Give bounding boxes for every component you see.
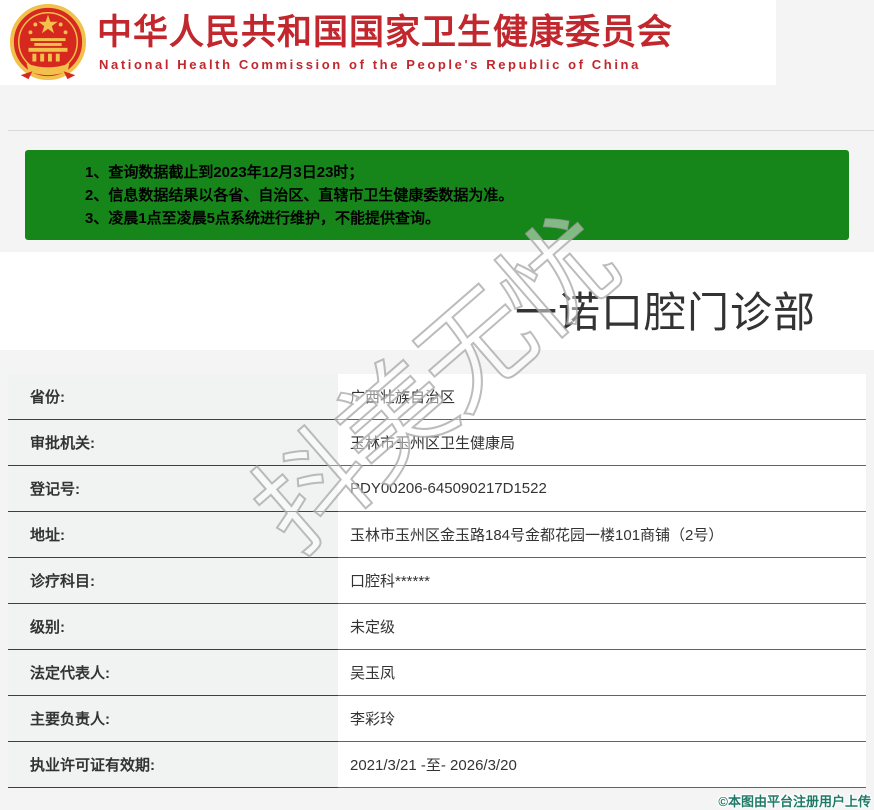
row-label: 省份: bbox=[8, 374, 338, 420]
table-row: 地址: 玉林市玉州区金玉路184号金都花园一楼101商铺（2号） bbox=[8, 512, 866, 558]
notice-list: 1、查询数据截止到2023年12月3日23时； 2、信息数据结果以各省、自治区、… bbox=[85, 161, 839, 230]
table-row: 登记号: PDY00206-645090217D1522 bbox=[8, 466, 866, 512]
institution-name-title: 一诺口腔门诊部 bbox=[514, 289, 816, 336]
table-row: 审批机关: 玉林市玉州区卫生健康局 bbox=[8, 420, 866, 466]
notice-line-1: 1、查询数据截止到2023年12月3日23时； bbox=[85, 164, 364, 181]
table-row: 主要负责人: 李彩玲 bbox=[8, 696, 866, 742]
upload-stamp: ©本图由平台注册用户上传 bbox=[718, 794, 871, 809]
row-value: PDY00206-645090217D1522 bbox=[338, 466, 866, 512]
row-label: 审批机关: bbox=[8, 420, 338, 466]
row-value: 未定级 bbox=[338, 604, 866, 650]
row-label: 地址: bbox=[8, 512, 338, 558]
row-value: 广西壮族自治区 bbox=[338, 374, 866, 420]
table-row: 诊疗科目: 口腔科****** bbox=[8, 558, 866, 604]
row-value: 吴玉凤 bbox=[338, 650, 866, 696]
row-value: 玉林市玉州区金玉路184号金都花园一楼101商铺（2号） bbox=[338, 512, 866, 558]
table-row: 执业许可证有效期: 2021/3/21 -至- 2026/3/20 bbox=[8, 742, 866, 788]
china-national-emblem-icon bbox=[9, 3, 87, 80]
header-title-cn: 中华人民共和国国家卫生健康委员会 bbox=[97, 13, 674, 52]
row-value: 口腔科****** bbox=[338, 558, 866, 604]
table-row: 省份: 广西壮族自治区 bbox=[8, 374, 866, 420]
row-label: 级别: bbox=[8, 604, 338, 650]
header-separator-line bbox=[8, 130, 874, 131]
notice-line-2: 2、信息数据结果以各省、自治区、直辖市卫生健康委数据为准。 bbox=[85, 187, 514, 204]
table-row: 级别: 未定级 bbox=[8, 604, 866, 650]
row-label: 主要负责人: bbox=[8, 696, 338, 742]
row-label: 登记号: bbox=[8, 466, 338, 512]
row-value: 玉林市玉州区卫生健康局 bbox=[338, 420, 866, 466]
row-label: 法定代表人: bbox=[8, 650, 338, 696]
row-label: 执业许可证有效期: bbox=[8, 742, 338, 788]
institution-detail-table: 省份: 广西壮族自治区 审批机关: 玉林市玉州区卫生健康局 登记号: PDY00… bbox=[8, 374, 866, 788]
row-value: 2021/3/21 -至- 2026/3/20 bbox=[338, 742, 866, 788]
header-titles: 中华人民共和国国家卫生健康委员会 National Health Commiss… bbox=[97, 13, 673, 72]
row-label: 诊疗科目: bbox=[8, 558, 338, 604]
query-notice-box: 1、查询数据截止到2023年12月3日23时； 2、信息数据结果以各省、自治区、… bbox=[25, 150, 849, 240]
site-header: 中华人民共和国国家卫生健康委员会 National Health Commiss… bbox=[0, 0, 776, 85]
table-row: 法定代表人: 吴玉凤 bbox=[8, 650, 866, 696]
row-value: 李彩玲 bbox=[338, 696, 866, 742]
header-title-en: National Health Commission of the People… bbox=[99, 57, 641, 72]
result-title-band: 一诺口腔门诊部 bbox=[0, 252, 874, 350]
notice-line-3: 3、凌晨1点至凌晨5点系统进行维护，不能提供查询。 bbox=[85, 210, 441, 227]
